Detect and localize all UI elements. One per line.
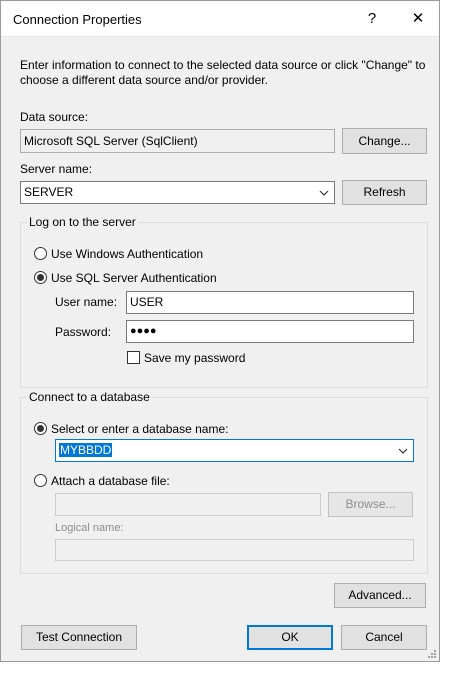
change-button[interactable]: Change...	[342, 128, 427, 154]
logon-group-title: Log on to the server	[27, 215, 138, 229]
database-name-value: MYBBDD	[59, 443, 113, 457]
user-name-label: User name:	[55, 295, 118, 309]
browse-button: Browse...	[328, 492, 413, 517]
sql-auth-label[interactable]: Use SQL Server Authentication	[51, 271, 217, 285]
server-name-combobox[interactable]: SERVER	[20, 181, 335, 204]
connection-properties-dialog: Connection Properties ? ✕ Enter informat…	[0, 0, 440, 662]
resize-grip-icon[interactable]	[427, 649, 437, 659]
database-name-combobox[interactable]: MYBBDD	[55, 439, 414, 462]
ok-button[interactable]: OK	[247, 625, 333, 650]
windows-auth-radio[interactable]	[34, 247, 47, 260]
logical-name-input	[55, 539, 414, 561]
help-button[interactable]: ?	[349, 1, 395, 37]
radio-selected-dot	[37, 425, 44, 432]
attach-database-label[interactable]: Attach a database file:	[51, 474, 170, 488]
advanced-button[interactable]: Advanced...	[334, 583, 426, 608]
server-name-value: SERVER	[24, 185, 74, 199]
dialog-title: Connection Properties	[13, 12, 142, 27]
background-window-edge-right	[440, 0, 452, 675]
sql-auth-radio[interactable]	[34, 271, 47, 284]
select-database-label[interactable]: Select or enter a database name:	[51, 422, 228, 436]
title-bar[interactable]: Connection Properties ? ✕	[1, 1, 439, 37]
attach-database-radio[interactable]	[34, 474, 47, 487]
database-group-title: Connect to a database	[27, 390, 152, 404]
intro-text: Enter information to connect to the sele…	[20, 58, 426, 87]
password-input[interactable]: ●●●●	[126, 320, 414, 343]
test-connection-button[interactable]: Test Connection	[21, 625, 137, 650]
data-source-label: Data source:	[20, 110, 89, 124]
radio-selected-dot	[37, 274, 44, 281]
background-window-edge-bottom	[0, 662, 452, 675]
select-database-radio[interactable]	[34, 422, 47, 435]
chevron-down-icon[interactable]	[396, 444, 410, 458]
chevron-down-icon[interactable]	[317, 186, 331, 200]
logical-name-label: Logical name:	[55, 522, 124, 534]
data-source-field: Microsoft SQL Server (SqlClient)	[20, 129, 335, 153]
refresh-button[interactable]: Refresh	[342, 180, 427, 205]
server-name-label: Server name:	[20, 162, 93, 176]
save-password-label[interactable]: Save my password	[144, 351, 245, 365]
save-password-checkbox[interactable]	[127, 351, 140, 364]
password-label: Password:	[55, 325, 112, 339]
cancel-button[interactable]: Cancel	[341, 625, 427, 650]
close-button[interactable]: ✕	[395, 1, 441, 37]
windows-auth-label[interactable]: Use Windows Authentication	[51, 247, 203, 261]
user-name-input[interactable]: USER	[126, 291, 414, 314]
attach-file-input	[55, 493, 321, 516]
